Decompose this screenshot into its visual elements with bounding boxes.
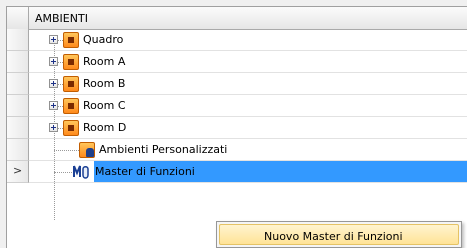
tree-item-label: Master di Funzioni xyxy=(95,165,195,178)
row-selector[interactable] xyxy=(7,117,29,139)
expand-plus-icon[interactable] xyxy=(49,123,58,132)
environments-tree-grid: AMBIENTI Quadro Room A Room B Room C Roo… xyxy=(6,6,467,248)
column-header-title: AMBIENTI xyxy=(35,12,88,25)
row-selector[interactable] xyxy=(7,29,29,51)
room-icon xyxy=(63,98,79,114)
custom-environments-icon xyxy=(79,142,95,158)
expand-plus-icon[interactable] xyxy=(49,57,58,66)
tree-item-label: Room A xyxy=(83,55,126,68)
room-icon xyxy=(63,76,79,92)
tree-row-master-di-funzioni[interactable]: > Master di Funzioni xyxy=(7,161,467,183)
tree-row-room-d[interactable]: Room D xyxy=(7,117,467,139)
menu-item-nuovo-master[interactable]: Nuovo Master di Funzioni xyxy=(219,224,459,245)
room-icon xyxy=(63,120,79,136)
context-menu: Nuovo Master di Funzioni xyxy=(216,221,462,248)
tree-connector-line xyxy=(54,150,79,151)
row-selector[interactable] xyxy=(7,51,29,73)
expand-plus-icon[interactable] xyxy=(49,101,58,110)
tree-item-label: Room C xyxy=(83,99,126,112)
column-header[interactable]: AMBIENTI xyxy=(7,7,467,30)
tree-connector-line xyxy=(54,172,72,173)
current-row-indicator: > xyxy=(13,164,23,177)
menu-item-label: Nuovo Master di Funzioni xyxy=(264,230,403,243)
tree-item-label: Room B xyxy=(83,77,126,90)
tree-row-quadro[interactable]: Quadro xyxy=(7,29,467,51)
function-master-icon xyxy=(73,165,89,179)
tree-item-label: Ambienti Personalizzati xyxy=(99,143,228,156)
row-selector[interactable] xyxy=(7,95,29,117)
room-icon xyxy=(63,54,79,70)
expand-plus-icon[interactable] xyxy=(49,35,58,44)
row-selector[interactable] xyxy=(7,139,29,161)
tree-item-label: Room D xyxy=(83,121,127,134)
tree-item-label: Quadro xyxy=(83,33,124,46)
tree-row-ambienti-personalizzati[interactable]: Ambienti Personalizzati xyxy=(7,139,467,161)
expand-plus-icon[interactable] xyxy=(49,79,58,88)
tree-row-room-a[interactable]: Room A xyxy=(7,51,467,73)
row-selector[interactable]: > xyxy=(7,161,29,183)
app-frame: AMBIENTI Quadro Room A Room B Room C Roo… xyxy=(0,0,467,248)
header-row-selector xyxy=(7,7,29,29)
tree-row-room-b[interactable]: Room B xyxy=(7,73,467,95)
tree-row-room-c[interactable]: Room C xyxy=(7,95,467,117)
row-selector[interactable] xyxy=(7,73,29,95)
room-icon xyxy=(63,32,79,48)
